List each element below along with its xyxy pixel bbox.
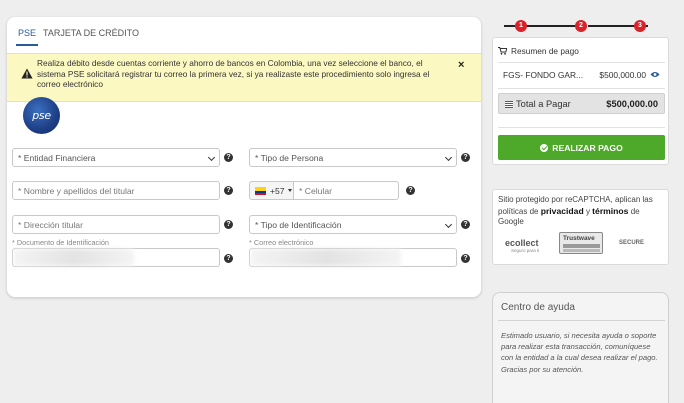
help-center-text: Estimado usuario, si necesita ayuda o so… [501,331,658,374]
summary-title: Resumen de pago [498,46,579,56]
nombre-titular-placeholder: * Nombre y apellidos del titular [18,185,135,196]
colombia-flag-icon [255,186,266,195]
country-code-select[interactable]: +57 [249,181,299,200]
help-center-title: Centro de ayuda [501,302,575,313]
recaptcha-text: Sitio protegido por reCAPTCHA, aplican l… [498,195,666,228]
summary-title-text: Resumen de pago [511,46,579,56]
tipo-persona-value: * Tipo de Persona [255,152,324,163]
ecollect-logo: ecollect Seguro para ti [505,238,539,253]
total-value: $500,000.00 [606,99,658,109]
help-icon-correo[interactable]: ? [461,254,470,263]
payment-method-tabs: PSE TARJETA DE CRÉDITO [7,17,481,47]
country-code-value: +57 [270,185,285,196]
eye-icon[interactable] [650,71,660,78]
trustwave-logo-text: Trustwave [563,235,595,242]
celular-input[interactable]: * Celular [293,181,399,200]
help-icon-celular[interactable]: ? [406,186,415,195]
realizar-pago-label: REALIZAR PAGO [552,142,623,153]
nombre-titular-input[interactable]: * Nombre y apellidos del titular [12,181,220,200]
warning-icon [21,68,33,79]
redacted-documento [14,249,134,266]
summary-item-name: FGS- FONDO GAR... [503,70,584,80]
check-circle-icon [540,143,549,152]
tab-credit-card[interactable]: TARJETA DE CRÉDITO [43,28,139,38]
step-1: 1 [515,20,527,32]
cart-icon [498,47,507,55]
payment-summary: Resumen de pago FGS- FONDO GAR... $500,0… [492,37,669,165]
help-center-panel: Centro de ayuda Estimado usuario, si nec… [492,292,669,403]
step-2: 2 [575,20,587,32]
redacted-correo [251,249,401,266]
secure-logo: SECURE [619,240,645,246]
help-icon-entidad[interactable]: ? [224,153,233,162]
trustwave-bar-2 [563,249,600,252]
privacy-link[interactable]: privacidad [541,206,584,216]
tipo-identificacion-select[interactable]: * Tipo de Identificación [249,215,457,234]
total-label: Total a Pagar [505,99,571,109]
summary-divider [498,62,665,63]
progress-steps: 1 2 3 [492,17,669,32]
trustwave-logo: Trustwave [559,232,603,254]
help-icon-tipo-persona[interactable]: ? [461,153,470,162]
realizar-pago-button[interactable]: REALIZAR PAGO [498,135,665,160]
documento-label: * Documento de Identificación [12,238,109,247]
help-icon-tipo-identificacion[interactable]: ? [461,220,470,229]
alert-text: Realiza débito desde cuentas corriente y… [37,58,430,89]
flag-icon [505,100,513,108]
total-box: Total a Pagar $500,000.00 [498,93,665,114]
recaptcha-and: y [585,206,590,216]
pse-logo: pse [23,97,60,134]
direccion-titular-input[interactable]: * Dirección titular [12,215,220,234]
pse-logo-text: pse [32,109,51,122]
tipo-persona-select[interactable]: * Tipo de Persona [249,148,457,167]
direccion-titular-placeholder: * Dirección titular [18,219,83,230]
step-3: 3 [634,20,646,32]
total-label-text: Total a Pagar [516,99,571,109]
recaptcha-notice: Sitio protegido por reCAPTCHA, aplican l… [492,189,669,265]
help-icon-nombre[interactable]: ? [224,186,233,195]
info-alert: Realiza débito desde cuentas corriente y… [7,53,481,102]
summary-divider-3 [498,127,665,128]
entidad-financiera-value: * Entidad Financiera [18,152,96,163]
help-center-divider [498,320,665,321]
summary-item-amount: $500,000.00 [599,70,646,80]
tab-pse[interactable]: PSE [15,28,39,46]
terms-link[interactable]: términos [592,206,628,216]
help-icon-documento[interactable]: ? [224,254,233,263]
help-icon-direccion[interactable]: ? [224,220,233,229]
ecollect-logo-text: ecollect [505,238,539,248]
entidad-financiera-select[interactable]: * Entidad Financiera [12,148,220,167]
close-icon[interactable]: × [458,59,464,71]
correo-label: * Correo electrónico [249,238,314,247]
celular-placeholder: * Celular [299,185,332,196]
summary-divider-2 [498,88,665,89]
chevron-down-icon [287,189,292,192]
tipo-identificacion-value: * Tipo de Identificación [255,219,342,230]
ecollect-tagline: Seguro para ti [511,248,540,253]
trustwave-bar-1 [563,244,600,248]
